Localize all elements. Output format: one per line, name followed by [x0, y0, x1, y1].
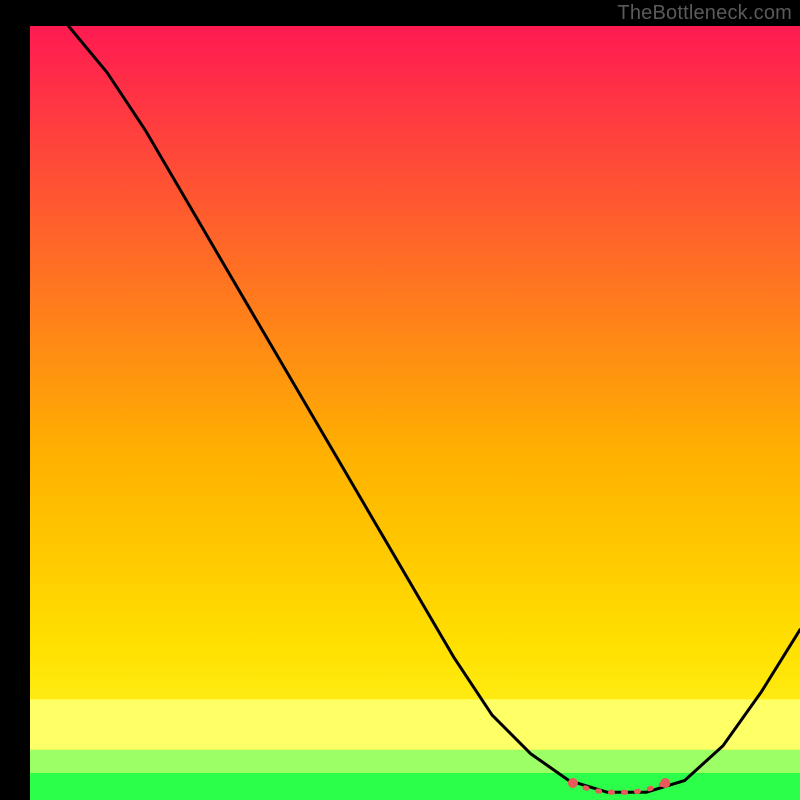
gradient-background — [30, 26, 800, 800]
optimal-range-end-dot — [660, 778, 670, 788]
band-pale-yellow — [30, 699, 800, 749]
optimal-range-start-dot — [568, 778, 578, 788]
plot-area — [30, 26, 800, 800]
band-green-light — [30, 750, 800, 773]
band-green — [30, 773, 800, 800]
watermark-text: TheBottleneck.com — [617, 2, 792, 25]
bottleneck-chart — [0, 0, 800, 800]
chart-container: { "watermark": "TheBottleneck.com", "col… — [0, 0, 800, 800]
